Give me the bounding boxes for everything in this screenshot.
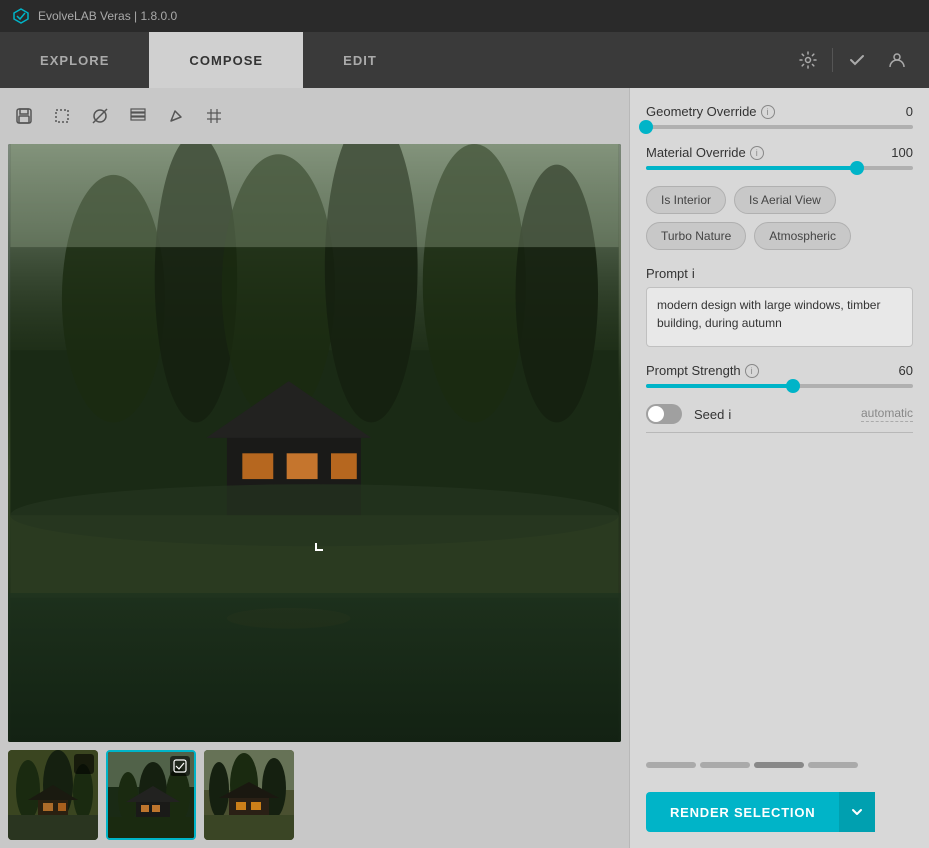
material-override-header: Material Override i 100 [646,145,913,160]
user-button[interactable] [881,44,913,76]
gear-icon [798,50,818,70]
render-chevron-button[interactable] [839,792,875,832]
prompt-strength-thumb[interactable] [786,379,800,393]
prompt-label: Prompt i [646,266,913,281]
pen-icon [166,106,186,126]
left-panel [0,88,629,848]
thumbnail-2[interactable] [106,750,196,840]
pen-tool-button[interactable] [160,100,192,132]
material-override-fill [646,166,857,170]
seed-info-icon[interactable]: i [728,407,731,422]
render-btn-container: RENDER SELECTION [646,792,913,832]
material-override-value: 100 [891,145,913,160]
prompt-strength-section: Prompt Strength i 60 [646,363,913,388]
seed-value: automatic [861,406,913,422]
layers-tool-button[interactable] [122,100,154,132]
seed-toggle[interactable] [646,404,682,424]
geometry-override-track[interactable] [646,125,913,129]
dot-1[interactable] [646,762,696,768]
tab-explore[interactable]: EXPLORE [0,32,149,88]
dot-2[interactable] [700,762,750,768]
prompt-info-icon[interactable]: i [692,266,695,281]
chip-atmospheric[interactable]: Atmospheric [754,222,851,250]
tab-edit[interactable]: EDIT [303,32,417,88]
prompt-strength-fill [646,384,793,388]
thumbnail-strip [8,750,621,840]
thumbnail-3[interactable] [204,750,294,840]
prompt-textarea[interactable] [646,287,913,347]
prompt-strength-header: Prompt Strength i 60 [646,363,913,378]
canvas-area[interactable] [8,144,621,742]
grid-tool-button[interactable] [198,100,230,132]
thumbnail-1[interactable] [8,750,98,840]
material-override-thumb[interactable] [850,161,864,175]
prompt-strength-info-icon[interactable]: i [745,364,759,378]
check-icon [847,50,867,70]
right-panel: Geometry Override i 0 Material Override … [629,88,929,848]
grid-icon [204,106,224,126]
render-selection-button[interactable]: RENDER SELECTION [646,792,839,832]
geometry-override-value: 0 [906,104,913,119]
chip-is-interior[interactable]: Is Interior [646,186,726,214]
prompt-section: Prompt i [646,266,913,347]
chevron-down-icon [850,805,864,819]
prompt-strength-track[interactable] [646,384,913,388]
dot-3[interactable] [754,762,804,768]
mask-tool-button[interactable] [84,100,116,132]
title-bar: EvolveLAB Veras | 1.8.0.0 [0,0,929,32]
chip-is-aerial-view[interactable]: Is Aerial View [734,186,836,214]
toolbar [8,96,621,136]
check-button[interactable] [841,44,873,76]
settings-button[interactable] [792,44,824,76]
save-icon [14,106,34,126]
seed-row: Seed i automatic [646,404,913,433]
material-override-label: Material Override i [646,145,764,160]
app-logo [12,7,30,25]
chips-row: Is Interior Is Aerial View Turbo Nature … [646,186,913,250]
scene-svg [8,144,621,742]
geometry-override-header: Geometry Override i 0 [646,104,913,119]
geometry-override-section: Geometry Override i 0 [646,104,913,129]
prompt-strength-label: Prompt Strength i [646,363,759,378]
prompt-strength-value: 60 [899,363,913,378]
geometry-override-thumb[interactable] [639,120,653,134]
thumb2-overlay [170,756,190,776]
material-override-info-icon[interactable]: i [750,146,764,160]
app-title: EvolveLAB Veras | 1.8.0.0 [38,9,177,23]
cursor [315,543,323,551]
tab-compose[interactable]: COMPOSE [149,32,303,88]
pagination-dots [646,762,913,768]
geometry-override-label: Geometry Override i [646,104,775,119]
canvas-image [8,144,621,742]
dot-4[interactable] [808,762,858,768]
material-override-section: Material Override i 100 [646,145,913,170]
nav-right [792,32,929,88]
nav-divider [832,48,833,72]
main-content: Geometry Override i 0 Material Override … [0,88,929,848]
thumb1-overlay [74,754,94,774]
mask-icon [90,106,110,126]
selection-tool-button[interactable] [46,100,78,132]
layers-icon [128,106,148,126]
user-icon [887,50,907,70]
crop-icon [52,106,72,126]
material-override-track[interactable] [646,166,913,170]
seed-label: Seed i [694,407,731,422]
right-panel-spacer [646,449,913,746]
chip-turbo-nature[interactable]: Turbo Nature [646,222,746,250]
nav-bar: EXPLORE COMPOSE EDIT [0,32,929,88]
geometry-override-info-icon[interactable]: i [761,105,775,119]
save-tool-button[interactable] [8,100,40,132]
